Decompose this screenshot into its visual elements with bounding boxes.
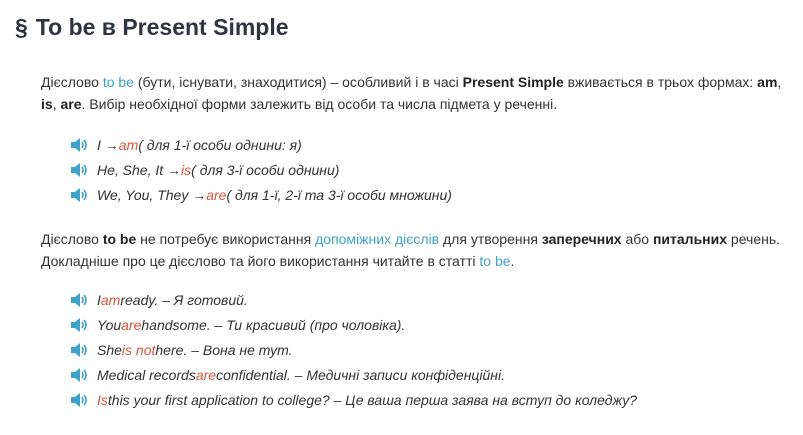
speaker-icon[interactable] <box>70 137 88 153</box>
speaker-icon[interactable] <box>70 292 88 308</box>
text: (бути, існувати, знаходитися) – особливи… <box>133 74 463 90</box>
text: handsome. – Ти красивий (про чоловіка). <box>141 316 406 333</box>
negative-bold: заперечних <box>541 231 622 247</box>
am-bold: am <box>757 74 778 90</box>
text: She <box>97 341 122 358</box>
to-be-bold: to be <box>102 231 137 247</box>
list-item: He, She, It → is ( для 3-ї особи однини) <box>70 157 452 182</box>
verb-highlight: are <box>206 186 227 203</box>
speaker-icon[interactable] <box>70 317 88 333</box>
speaker-icon[interactable] <box>70 392 88 408</box>
text: ready. – Я готовий. <box>120 291 248 308</box>
list-item: I → am ( для 1-ї особи однини: я) <box>70 132 452 157</box>
text: ( для 1-ї, 2-ї та 3-ї особи множини) <box>226 186 452 203</box>
verb-highlight: is <box>181 161 192 178</box>
are-bold: are <box>60 96 82 112</box>
text: для утворення <box>439 231 542 247</box>
verb-highlight: is not <box>121 341 156 358</box>
examples-list: I am ready. – Я готовий. You are handsom… <box>70 287 637 412</box>
present-simple-bold: Present Simple <box>462 74 564 90</box>
section-symbol: § <box>15 14 28 40</box>
list-item: She is not here. – Вона не тут. <box>70 337 637 362</box>
question-bold: питальних <box>652 231 728 247</box>
auxiliary-verbs-link[interactable]: допоміжних дієслів <box>315 231 439 247</box>
text: this your first application to college? … <box>107 391 638 408</box>
verb-highlight: Is <box>97 391 108 408</box>
verb-highlight: are <box>195 366 217 383</box>
verb-highlight: am <box>100 291 121 308</box>
speaker-icon[interactable] <box>70 162 88 178</box>
list-item: Medical records are confidential. – Меди… <box>70 362 637 387</box>
is-bold: is <box>41 96 53 112</box>
list-item: Is this your first application to colleg… <box>70 387 637 412</box>
intro-paragraph: Дієслово to be (бути, існувати, знаходит… <box>41 71 791 115</box>
to-be-article-link[interactable]: to be <box>479 253 510 269</box>
text: I → <box>97 136 119 153</box>
list-item: We, You, They → are( для 1-ї, 2-ї та 3-ї… <box>70 182 452 207</box>
text: Дієслово <box>41 231 103 247</box>
page-title: § To be в Present Simple <box>15 14 289 41</box>
to-be-link[interactable]: to be <box>103 74 134 90</box>
text: ( для 1-ї особи однини: я) <box>138 136 302 153</box>
text: , <box>777 74 782 90</box>
verb-highlight: am <box>118 136 139 153</box>
text: або <box>621 231 653 247</box>
speaker-icon[interactable] <box>70 342 88 358</box>
speaker-icon[interactable] <box>70 367 88 383</box>
second-paragraph: Дієслово to be не потребує використання … <box>41 228 791 272</box>
text: He, She, It → <box>97 161 182 178</box>
list-item: You are handsome. – Ти красивий (про чол… <box>70 312 637 337</box>
text: . Вибір необхідної форми залежить від ос… <box>81 96 558 112</box>
text: вживається в трьох формах: <box>563 74 758 90</box>
text: Дієслово <box>41 74 103 90</box>
forms-list: I → am ( для 1-ї особи однини: я) He, Sh… <box>70 132 452 207</box>
text: here. – Вона не тут. <box>155 341 293 358</box>
text: You <box>97 316 122 333</box>
text: We, You, They → <box>97 186 207 203</box>
text: не потребує використання <box>136 231 316 247</box>
text: Medical records <box>97 366 196 383</box>
speaker-icon[interactable] <box>70 187 88 203</box>
text: confidential. – Медичні записи конфіденц… <box>216 366 505 383</box>
text: ( для 3-ї особи однини) <box>191 161 340 178</box>
list-item: I am ready. – Я готовий. <box>70 287 637 312</box>
verb-highlight: are <box>121 316 142 333</box>
text: . <box>510 253 515 269</box>
title-text: To be в Present Simple <box>35 14 289 40</box>
